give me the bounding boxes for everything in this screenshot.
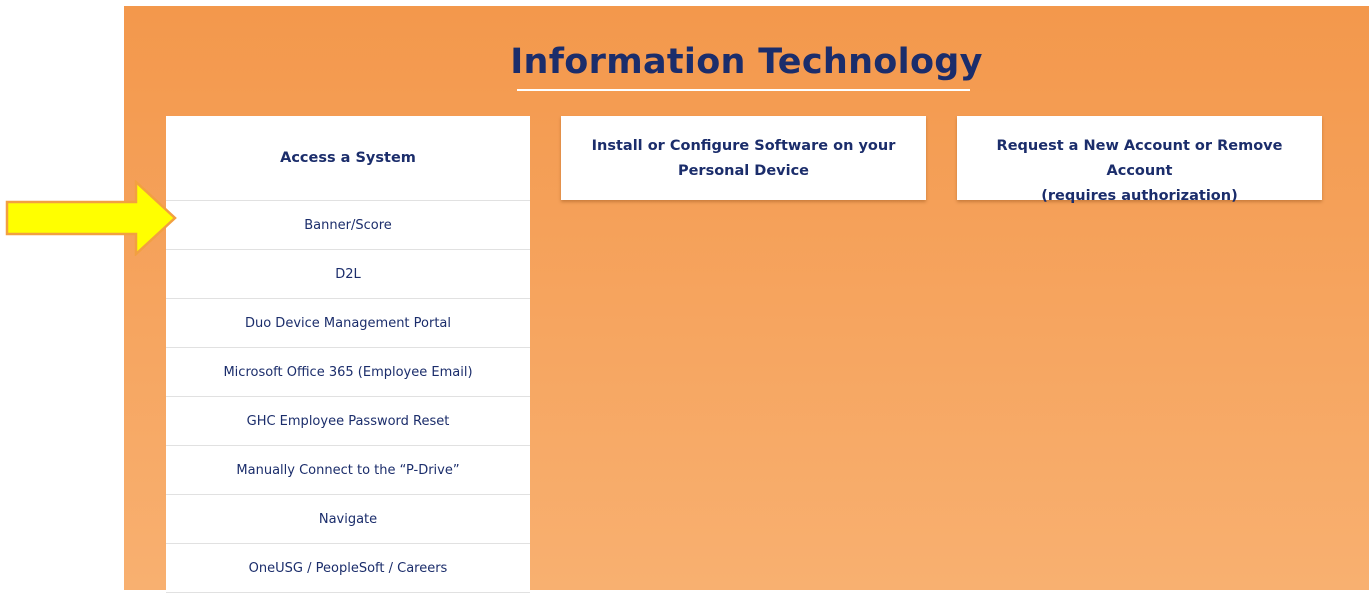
access-item-oneusg[interactable]: OneUSG / PeopleSoft / Careers [166, 544, 530, 593]
request-account-header[interactable]: Request a New Account or Remove Account … [957, 116, 1322, 204]
access-item-duo-portal[interactable]: Duo Device Management Portal [166, 299, 530, 348]
access-item-banner-score[interactable]: Banner/Score [166, 201, 530, 250]
access-item-p-drive[interactable]: Manually Connect to the “P-Drive” [166, 446, 530, 495]
access-item-d2l[interactable]: D2L [166, 250, 530, 299]
request-account-title-line1: Request a New Account or Remove Account [996, 138, 1283, 179]
install-software-header[interactable]: Install or Configure Software on your Pe… [561, 116, 926, 200]
content-panel: Information Technology Access a System B… [124, 6, 1369, 593]
request-account-card[interactable]: Request a New Account or Remove Account … [957, 116, 1322, 204]
title-underline [517, 89, 970, 91]
page-title: Information Technology [510, 42, 983, 82]
install-software-title-line2: Personal Device [677, 163, 810, 179]
request-account-title-line2: (requires authorization) [1041, 188, 1238, 204]
access-system-header[interactable]: Access a System [166, 116, 530, 201]
install-software-title-line1: Install or Configure Software on your [591, 138, 896, 154]
access-system-card: Access a System Banner/Score D2L Duo Dev… [166, 116, 530, 593]
access-item-office-365[interactable]: Microsoft Office 365 (Employee Email) [166, 348, 530, 397]
arrow-right-icon [5, 180, 177, 256]
access-item-navigate[interactable]: Navigate [166, 495, 530, 544]
install-software-card[interactable]: Install or Configure Software on your Pe… [561, 116, 926, 200]
access-item-password-reset[interactable]: GHC Employee Password Reset [166, 397, 530, 446]
access-system-list: Banner/Score D2L Duo Device Management P… [166, 201, 530, 593]
